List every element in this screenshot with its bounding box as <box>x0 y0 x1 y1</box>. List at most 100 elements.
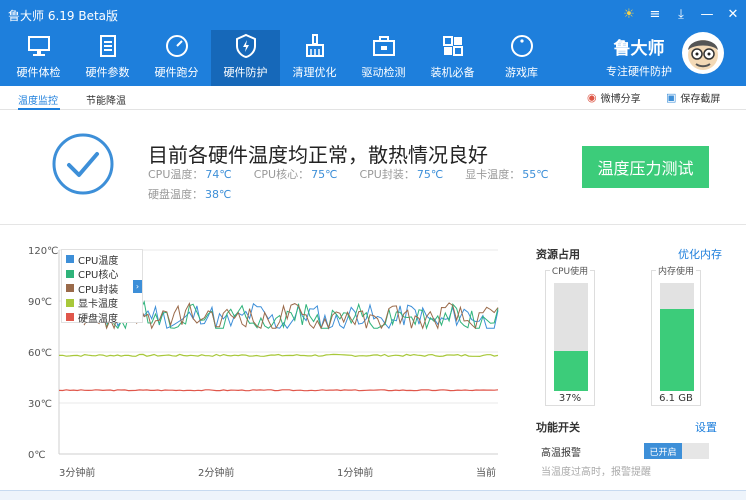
app-title: 鲁大师 6.19 Beta版 <box>8 9 119 23</box>
nav-item-hardware-check[interactable]: 硬件体检 <box>4 30 73 86</box>
title-bar: 鲁大师 6.19 Beta版 ☀ ≡ ⤓ — ✕ 硬件体检 硬件参数 硬件跑分 … <box>0 0 746 86</box>
save-screenshot-button[interactable]: ▣ 保存截屏 <box>666 90 720 105</box>
cpu-usage-gauge: CPU使用 37% <box>545 267 595 406</box>
avatar[interactable] <box>682 32 724 74</box>
legend-item: CPU核心 <box>66 267 138 281</box>
y-tick-label: 120℃ <box>28 246 58 257</box>
temperature-summary: CPU温度： 74℃ CPU核心： 75℃ CPU封装： 75℃ 显卡温度： 55℃ 硬… <box>148 165 571 205</box>
x-tick-label: 3分钟前 <box>59 466 95 479</box>
settings-link[interactable]: 设置 <box>695 419 717 435</box>
apps-grid-icon <box>442 36 463 56</box>
nav-label: 清理优化 <box>292 66 337 79</box>
shield-icon <box>235 33 256 59</box>
window-bottom-edge <box>0 490 746 500</box>
mascot-icon <box>688 40 718 70</box>
nav-item-benchmark[interactable]: 硬件跑分 <box>142 30 211 86</box>
high-temp-alarm-toggle[interactable]: 已开启 <box>644 443 709 459</box>
x-tick-label: 当前 <box>476 466 496 479</box>
legend-item: 显卡温度 <box>66 296 138 310</box>
nav-label: 驱动检测 <box>361 66 406 79</box>
memory-usage-gauge: 内存使用 6.1 GB <box>651 267 701 406</box>
nav-label: 硬件体检 <box>16 66 61 79</box>
y-tick-label: 0℃ <box>28 450 46 461</box>
game-icon <box>510 35 533 57</box>
temp-item: 硬盘温度： 38℃ <box>148 188 232 201</box>
save-screenshot-label: 保存截屏 <box>680 94 721 105</box>
status-title: 目前各硬件温度均正常，散热情况良好 <box>148 143 488 167</box>
memory-usage-value: 6.1 GB <box>659 393 693 404</box>
memory-usage-track <box>660 283 694 391</box>
weibo-share-label: 微博分享 <box>600 94 641 105</box>
brand: 鲁大师 专注硬件防护 <box>606 34 672 79</box>
nav-label: 硬件跑分 <box>154 66 199 79</box>
legend-swatch <box>66 269 74 278</box>
legend-item: CPU封装 <box>66 281 138 296</box>
document-icon <box>99 35 116 57</box>
minimize-button[interactable]: — <box>694 4 720 24</box>
brand-name: 鲁大师 <box>613 39 665 59</box>
nav-label: 装机必备 <box>430 66 475 79</box>
memory-usage-fill <box>660 308 694 391</box>
weibo-share-button[interactable]: ◉ 微博分享 <box>587 90 641 105</box>
toggle-on-state: 已开启 <box>644 443 682 459</box>
stress-test-button[interactable]: 温度压力测试 <box>582 146 709 188</box>
check-circle-icon <box>52 133 114 195</box>
legend-swatch <box>66 313 74 322</box>
monitor-icon <box>27 36 50 56</box>
alarm-note: 当温度过高时，报警提醒 <box>541 467 651 478</box>
camera-icon: ▣ <box>666 91 677 104</box>
toolbox-icon <box>372 36 395 56</box>
nav-item-games[interactable]: 游戏库 <box>487 30 556 86</box>
medal-icon[interactable]: ☀ <box>616 4 642 24</box>
close-button[interactable]: ✕ <box>720 4 746 24</box>
memory-usage-label: 内存使用 <box>655 267 696 277</box>
tab-temperature-monitor[interactable]: 温度监控 <box>18 92 58 107</box>
high-temp-alarm-label: 高温报警 <box>541 448 581 459</box>
menu-icon[interactable]: ≡ <box>642 4 668 24</box>
cpu-usage-value: 37% <box>558 393 582 404</box>
temp-item: 显卡温度： 55℃ <box>465 168 549 181</box>
functions-title: 功能开关 <box>536 421 580 434</box>
window-controls: ☀ ≡ ⤓ — ✕ <box>616 4 746 24</box>
temp-item: CPU温度： 74℃ <box>148 168 232 181</box>
temp-item: CPU核心： 75℃ <box>253 168 338 181</box>
cpu-usage-label: CPU使用 <box>549 267 591 277</box>
nav-item-driver[interactable]: 驱动检测 <box>349 30 418 86</box>
optimize-memory-link[interactable]: 优化内存 <box>678 246 722 262</box>
chart-legend: CPU温度 CPU核心 CPU封装 显卡温度 硬盘温度 <box>61 249 143 325</box>
legend-swatch <box>66 255 74 264</box>
main-nav: 硬件体检 硬件参数 硬件跑分 硬件防护 清理优化 驱动检测 装机必备 游戏库 <box>4 30 556 86</box>
legend-swatch <box>66 284 74 293</box>
y-tick-label: 60℃ <box>28 348 52 359</box>
y-tick-label: 30℃ <box>28 399 52 410</box>
nav-label: 游戏库 <box>505 66 538 79</box>
legend-collapse-button[interactable]: › <box>133 280 142 293</box>
y-tick-label: 90℃ <box>28 297 52 308</box>
cpu-usage-track <box>554 283 588 391</box>
nav-label: 硬件防护 <box>223 66 268 79</box>
legend-item: 硬盘温度 <box>66 310 138 325</box>
legend-swatch <box>66 298 74 307</box>
cpu-series-line-3 <box>83 302 499 330</box>
active-tab-underline <box>18 108 60 110</box>
broom-icon <box>305 34 324 57</box>
resources-title: 资源占用 <box>536 248 580 261</box>
nav-label: 硬件参数 <box>85 66 130 79</box>
brand-tagline: 专注硬件防护 <box>606 65 672 78</box>
nav-item-essentials[interactable]: 装机必备 <box>418 30 487 86</box>
x-tick-label: 2分钟前 <box>198 466 234 479</box>
nav-item-hardware-protection[interactable]: 硬件防护 <box>211 30 280 86</box>
weibo-icon: ◉ <box>587 91 597 104</box>
tab-energy-saving[interactable]: 节能降温 <box>86 92 126 107</box>
legend-item: CPU温度 <box>66 252 138 267</box>
nav-item-cleanup[interactable]: 清理优化 <box>280 30 349 86</box>
gauge-icon <box>165 35 188 57</box>
nav-item-hardware-params[interactable]: 硬件参数 <box>73 30 142 86</box>
sub-nav: 温度监控 节能降温 ◉ 微博分享 ▣ 保存截屏 <box>0 86 746 110</box>
download-icon[interactable]: ⤓ <box>668 4 694 24</box>
cpu-usage-fill <box>554 351 588 391</box>
x-tick-label: 1分钟前 <box>337 466 373 479</box>
gpu-temp-line <box>58 353 499 358</box>
temp-item: CPU封装： 75℃ <box>359 168 444 181</box>
disk-temp-line <box>58 389 499 392</box>
